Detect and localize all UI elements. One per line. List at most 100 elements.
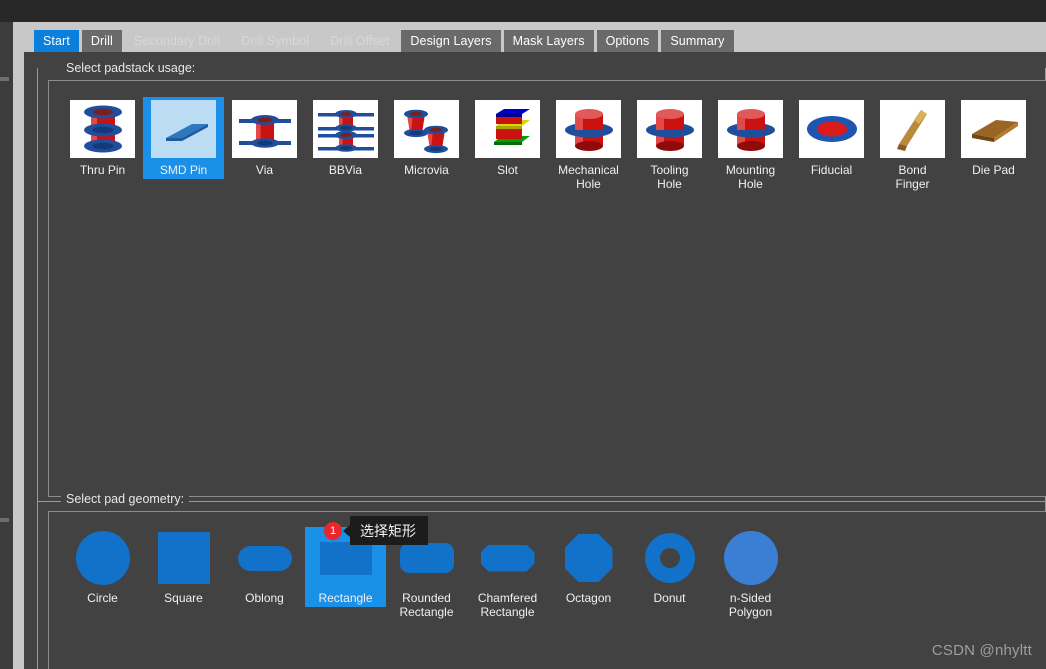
smd-pin-icon xyxy=(151,100,216,158)
octagon-shape-icon xyxy=(548,527,629,589)
padstack-editor-window: Start Drill Secondary Drill Drill Symbol Dri… xyxy=(0,0,1046,669)
pad-geometry-item-label: Square xyxy=(164,591,203,605)
tab-drill-offset: Drill Offset xyxy=(321,30,398,52)
tab-start[interactable]: Start xyxy=(34,30,79,52)
pad-geometry-item-square[interactable]: Square xyxy=(143,527,224,607)
annotation-callout-text: 选择矩形 xyxy=(360,521,416,541)
padstack-usage-item-smd-pin[interactable]: SMD Pin xyxy=(143,97,224,179)
mechanical-hole-icon xyxy=(556,100,621,158)
die-pad-icon xyxy=(961,100,1026,158)
n-sided-polygon-glyph xyxy=(724,531,778,585)
rounded-rectangle-glyph xyxy=(400,543,454,573)
gutter-notch-upper[interactable] xyxy=(0,77,9,81)
pad-geometry-item-label: Chamfered Rectangle xyxy=(478,591,537,619)
padstack-usage-item-bond-finger[interactable]: Bond Finger xyxy=(872,97,953,193)
pad-geometry-item-label: Rectangle xyxy=(318,591,372,605)
padstack-usage-item-label: SMD Pin xyxy=(160,163,207,177)
oblong-glyph xyxy=(238,546,292,571)
padstack-usage-item-mechanical-hole[interactable]: Mechanical Hole xyxy=(548,97,629,193)
padstack-usage-item-label: Bond Finger xyxy=(895,163,929,191)
watermark: CSDN @nhyltt xyxy=(932,642,1032,659)
pad-geometry-item-octagon[interactable]: Octagon xyxy=(548,527,629,607)
tab-label: Secondary Drill xyxy=(134,34,220,48)
padstack-usage-item-microvia[interactable]: Microvia xyxy=(386,97,467,179)
thru-pin-icon xyxy=(70,100,135,158)
annotation-callout: 选择矩形 xyxy=(350,516,428,545)
tab-drill-symbol: Drill Symbol xyxy=(232,30,318,52)
pad-geometry-item-n-sided-polygon[interactable]: n-Sided Polygon xyxy=(710,527,791,621)
fiducial-icon xyxy=(799,100,864,158)
tooling-hole-icon xyxy=(637,100,702,158)
padstack-usage-item-label: Die Pad xyxy=(972,163,1015,177)
tab-label: Start xyxy=(43,34,70,48)
microvia-icon xyxy=(394,100,459,158)
oblong-shape-icon xyxy=(224,527,305,589)
padstack-usage-item-fiducial[interactable]: Fiducial xyxy=(791,97,872,179)
pad-geometry-item-label: Donut xyxy=(653,591,685,605)
padstack-usage-item-tooling-hole[interactable]: Tooling Hole xyxy=(629,97,710,193)
padstack-usage-item-label: Tooling Hole xyxy=(650,163,688,191)
padstack-usage-item-label: Thru Pin xyxy=(80,163,125,177)
tab-label: Drill xyxy=(91,34,113,48)
mounting-hole-icon xyxy=(718,100,783,158)
chamfered-rectangle-shape-icon xyxy=(467,527,548,589)
rectangle-glyph xyxy=(320,542,372,575)
tab-drill[interactable]: Drill xyxy=(82,30,122,52)
tab-label: Mask Layers xyxy=(513,34,585,48)
pad-geometry-item-oblong[interactable]: Oblong xyxy=(224,527,305,607)
pad-geometry-item-label: n-Sided Polygon xyxy=(729,591,772,619)
padstack-usage-item-thru-pin[interactable]: Thru Pin xyxy=(62,97,143,179)
tab-mask-layers[interactable]: Mask Layers xyxy=(504,30,594,52)
gutter-notch-lower[interactable] xyxy=(0,518,9,522)
donut-shape-icon xyxy=(629,527,710,589)
pad-geometry-item-donut[interactable]: Donut xyxy=(629,527,710,607)
pad-geometry-item-label: Octagon xyxy=(566,591,611,605)
slot-icon xyxy=(475,100,540,158)
via-icon xyxy=(232,100,297,158)
padstack-usage-item-bbvia[interactable]: BBVia xyxy=(305,97,386,179)
square-glyph xyxy=(158,532,210,584)
padstack-usage-item-label: BBVia xyxy=(329,163,362,177)
square-shape-icon xyxy=(143,527,224,589)
bond-finger-icon xyxy=(880,100,945,158)
tab-label: Drill Symbol xyxy=(241,34,309,48)
bbvia-icon xyxy=(313,100,378,158)
pad-geometry-item-label: Rounded Rectangle xyxy=(399,591,453,619)
padstack-usage-item-die-pad[interactable]: Die Pad xyxy=(953,97,1034,179)
n-sided-polygon-shape-icon xyxy=(710,527,791,589)
pad-geometry-item-circle[interactable]: Circle xyxy=(62,527,143,607)
tab-secondary-drill: Secondary Drill xyxy=(125,30,229,52)
tab-summary[interactable]: Summary xyxy=(661,30,733,52)
circle-shape-icon xyxy=(62,527,143,589)
donut-glyph xyxy=(645,533,695,583)
tab-label: Options xyxy=(606,34,650,48)
circle-glyph xyxy=(76,531,130,585)
tab-bar: Start Drill Secondary Drill Drill Symbol Dri… xyxy=(24,22,1046,52)
padstack-usage-item-label: Mounting Hole xyxy=(726,163,775,191)
padstack-usage-item-label: Mechanical Hole xyxy=(558,163,619,191)
pad-geometry-title: Select pad geometry: xyxy=(61,492,189,506)
tab-design-layers[interactable]: Design Layers xyxy=(401,30,500,52)
padstack-usage-item-label: Via xyxy=(256,163,273,177)
left-gutter xyxy=(0,22,13,669)
tab-label: Design Layers xyxy=(410,34,491,48)
window-top-strip xyxy=(0,0,1046,22)
padstack-usage-list: Thru Pin SMD Pin Via BBVia Microvia Slot Mecha… xyxy=(62,97,1034,193)
vertical-splitter[interactable] xyxy=(13,22,24,669)
tab-label: Summary xyxy=(670,34,724,48)
padstack-usage-item-label: Slot xyxy=(497,163,518,177)
tab-label: Drill Offset xyxy=(330,34,389,48)
pad-geometry-item-label: Oblong xyxy=(245,591,284,605)
tab-options[interactable]: Options xyxy=(597,30,659,52)
padstack-usage-item-label: Microvia xyxy=(404,163,449,177)
padstack-usage-item-label: Fiducial xyxy=(811,163,852,177)
octagon-glyph xyxy=(565,534,613,582)
pad-geometry-item-chamfered-rectangle[interactable]: Chamfered Rectangle xyxy=(467,527,548,621)
annotation-badge: 1 xyxy=(324,522,342,540)
padstack-usage-item-mounting-hole[interactable]: Mounting Hole xyxy=(710,97,791,193)
main-panel: Start Drill Secondary Drill Drill Symbol Dri… xyxy=(24,22,1046,669)
pad-geometry-item-label: Circle xyxy=(87,591,118,605)
padstack-usage-item-via[interactable]: Via xyxy=(224,97,305,179)
chamfered-rectangle-glyph xyxy=(481,545,535,572)
padstack-usage-item-slot[interactable]: Slot xyxy=(467,97,548,179)
